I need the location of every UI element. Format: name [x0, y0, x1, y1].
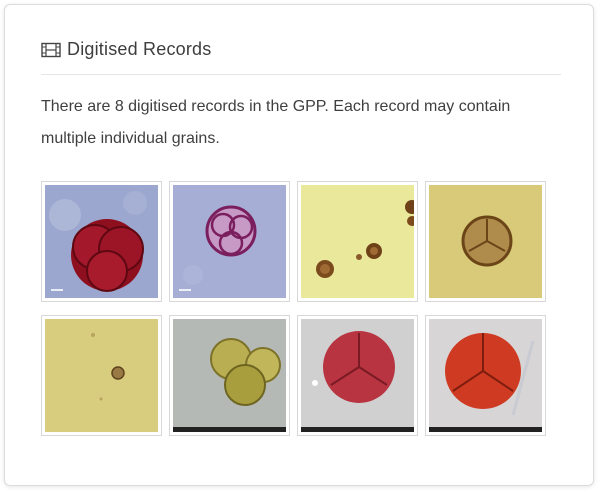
pollen-image-5 — [45, 319, 158, 432]
pollen-image-8 — [429, 319, 542, 432]
pollen-image-7 — [301, 319, 414, 432]
pollen-image-1 — [45, 185, 158, 298]
record-thumbnail-8[interactable] — [425, 315, 546, 436]
record-thumbnail-4[interactable] — [425, 181, 546, 302]
record-thumbnail-1[interactable] — [41, 181, 162, 302]
pollen-image-4 — [429, 185, 542, 298]
pollen-image-3 — [301, 185, 414, 298]
records-grid — [41, 181, 557, 436]
record-thumbnail-3[interactable] — [297, 181, 418, 302]
section-title: Digitised Records — [67, 39, 212, 59]
record-thumbnail-2[interactable] — [169, 181, 290, 302]
record-thumbnail-7[interactable] — [297, 315, 418, 436]
record-thumbnail-5[interactable] — [41, 315, 162, 436]
record-thumbnail-6[interactable] — [169, 315, 290, 436]
digitised-records-card: Digitised Records There are 8 digitised … — [4, 4, 594, 486]
pollen-image-6 — [173, 319, 286, 432]
card-header: Digitised Records — [41, 31, 561, 75]
records-description: There are 8 digitised records in the GPP… — [41, 98, 511, 147]
film-icon — [41, 42, 61, 57]
pollen-image-2 — [173, 185, 286, 298]
